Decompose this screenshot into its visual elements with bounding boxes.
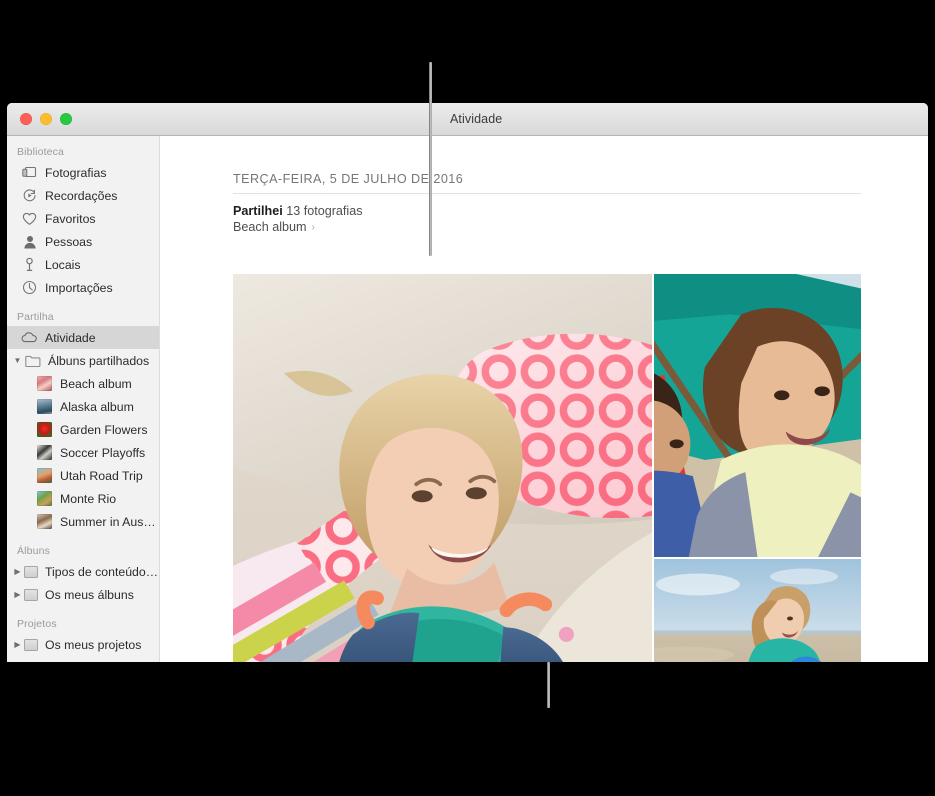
- sidebar-item-albuns-partilhados[interactable]: ▼ Álbuns partilhados: [7, 349, 159, 372]
- sidebar-section-biblioteca: Biblioteca: [7, 142, 159, 161]
- sidebar-item-label: Monte Rio: [60, 492, 116, 506]
- album-thumb-icon: [37, 491, 52, 506]
- photo-grid[interactable]: [233, 274, 861, 662]
- sidebar-item-pessoas[interactable]: Pessoas: [7, 230, 159, 253]
- photo-mother-and-child-tent[interactable]: [654, 274, 861, 557]
- heart-icon: [21, 211, 38, 227]
- sidebar-item-label: Summer in Aus…: [60, 515, 156, 529]
- sidebar-item-label: Favoritos: [45, 212, 96, 226]
- callout-line-bottom: [547, 662, 550, 708]
- sidebar-item-os-meus-projetos[interactable]: ▶ Os meus projetos: [7, 633, 159, 656]
- person-icon: [21, 234, 38, 250]
- sidebar-item-label: Os meus álbuns: [45, 588, 134, 602]
- cloud-icon: [21, 330, 38, 346]
- chevron-right-icon[interactable]: ▶: [12, 641, 23, 649]
- sidebar-section-projetos: Projetos: [7, 614, 159, 633]
- sidebar-section-albuns: Álbuns: [7, 541, 159, 560]
- sidebar-item-recordacoes[interactable]: Recordações: [7, 184, 159, 207]
- date-header: TERÇA-FEIRA, 5 DE JULHO DE 2016: [160, 136, 928, 186]
- album-thumb-icon: [37, 445, 52, 460]
- share-action-label: Partilhei: [233, 204, 283, 218]
- album-thumb-icon: [37, 376, 52, 391]
- photos-icon: [21, 165, 38, 181]
- window-controls: [20, 113, 72, 125]
- pin-icon: [21, 257, 38, 273]
- sidebar-item-soccer-playoffs[interactable]: Soccer Playoffs: [7, 441, 159, 464]
- sidebar-item-os-meus-albuns[interactable]: ▶ Os meus álbuns: [7, 583, 159, 606]
- sidebar-item-utah-road-trip[interactable]: Utah Road Trip: [7, 464, 159, 487]
- sidebar-item-alaska-album[interactable]: Alaska album: [7, 395, 159, 418]
- sidebar-item-label: Locais: [45, 258, 81, 272]
- album-square-icon: [24, 589, 38, 601]
- sidebar-item-beach-album[interactable]: Beach album: [7, 372, 159, 395]
- memories-icon: [21, 188, 38, 204]
- clock-icon: [21, 280, 38, 296]
- photo-girl-with-frisbee[interactable]: [654, 559, 861, 662]
- sidebar-item-fotografias[interactable]: Fotografias: [7, 161, 159, 184]
- album-thumb-icon: [37, 514, 52, 529]
- album-thumb-icon: [37, 422, 52, 437]
- share-count-label: 13 fotografias: [286, 204, 362, 218]
- title-bar[interactable]: Atividade: [7, 103, 928, 136]
- sidebar-item-label: Fotografias: [45, 166, 107, 180]
- sidebar-item-importacoes[interactable]: Importações: [7, 276, 159, 299]
- sidebar-item-label: Beach album: [60, 377, 132, 391]
- sidebar-item-label: Tipos de conteúdo…: [45, 565, 158, 579]
- share-status: Partilhei 13 fotografias: [160, 194, 928, 218]
- sidebar-item-tipos-de-conteudo[interactable]: ▶ Tipos de conteúdo…: [7, 560, 159, 583]
- sidebar-item-label: Importações: [45, 281, 113, 295]
- sidebar-item-summer-in-aus[interactable]: Summer in Aus…: [7, 510, 159, 533]
- chevron-right-icon[interactable]: ▶: [12, 568, 23, 576]
- sidebar-item-monte-rio[interactable]: Monte Rio: [7, 487, 159, 510]
- album-link-label: Beach album: [233, 220, 307, 234]
- sidebar-item-label: Os meus projetos: [45, 638, 141, 652]
- chevron-right-icon[interactable]: ▶: [12, 591, 23, 599]
- album-square-icon: [24, 639, 38, 651]
- activity-content: TERÇA-FEIRA, 5 DE JULHO DE 2016 Partilhe…: [160, 136, 928, 662]
- sidebar-item-garden-flowers[interactable]: Garden Flowers: [7, 418, 159, 441]
- sidebar-item-label: Pessoas: [45, 235, 92, 249]
- album-thumb-icon: [37, 468, 52, 483]
- callout-line-top: [429, 62, 432, 256]
- sidebar[interactable]: Biblioteca Fotografias Recordações Favor…: [7, 136, 160, 662]
- sidebar-section-partilha: Partilha: [7, 307, 159, 326]
- sidebar-item-label: Atividade: [45, 331, 96, 345]
- folder-icon: [24, 353, 41, 369]
- sidebar-item-favoritos[interactable]: Favoritos: [7, 207, 159, 230]
- sidebar-item-label: Utah Road Trip: [60, 469, 143, 483]
- sidebar-item-label: Soccer Playoffs: [60, 446, 145, 460]
- chevron-right-icon: ›: [312, 222, 315, 233]
- sidebar-item-label: Alaska album: [60, 400, 134, 414]
- sidebar-item-locais[interactable]: Locais: [7, 253, 159, 276]
- album-square-icon: [24, 566, 38, 578]
- sidebar-item-label: Garden Flowers: [60, 423, 147, 437]
- minimize-button[interactable]: [40, 113, 52, 125]
- sidebar-item-atividade[interactable]: Atividade: [7, 326, 159, 349]
- window-body: Biblioteca Fotografias Recordações Favor…: [7, 136, 928, 662]
- album-link[interactable]: Beach album ›: [160, 218, 928, 234]
- sidebar-item-label: Recordações: [45, 189, 117, 203]
- sidebar-item-label: Álbuns partilhados: [48, 354, 149, 368]
- album-thumb-icon: [37, 399, 52, 414]
- photos-app-window: Atividade Biblioteca Fotografias Recorda…: [7, 103, 928, 662]
- window-title: Atividade: [450, 112, 502, 126]
- zoom-button[interactable]: [60, 113, 72, 125]
- photo-girl-with-towel[interactable]: [233, 274, 652, 662]
- chevron-down-icon[interactable]: ▼: [12, 357, 23, 365]
- close-button[interactable]: [20, 113, 32, 125]
